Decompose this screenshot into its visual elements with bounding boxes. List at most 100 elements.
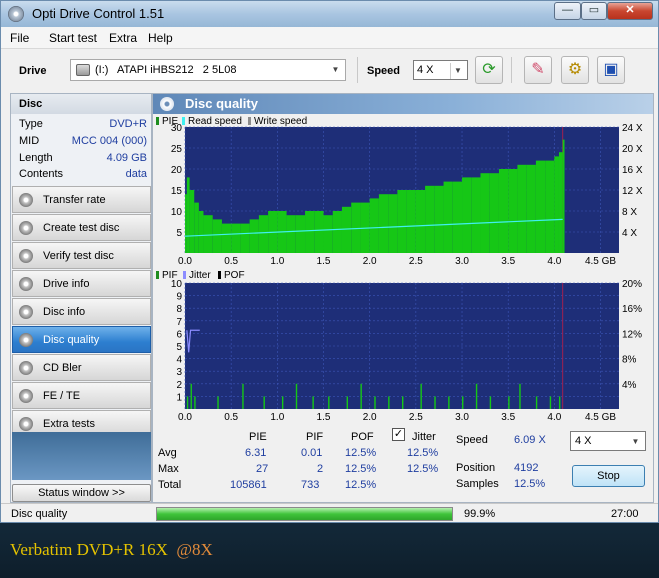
pie-bar bbox=[562, 139, 565, 253]
drive-select[interactable]: (I:) ATAPI iHBS212 2 5L08 ▼ bbox=[70, 59, 346, 81]
sidebar-empty-area bbox=[12, 432, 151, 480]
x-tick-label: 4.5 GB bbox=[585, 412, 616, 423]
maximize-button[interactable]: ▭ bbox=[581, 2, 607, 20]
stop-button[interactable]: Stop bbox=[572, 465, 645, 487]
disc-icon bbox=[19, 389, 33, 403]
pif-x-ticks: 0.0 0.5 1.0 1.5 2.0 2.5 3.0 3.5 4.0 4.5 GB bbox=[178, 412, 616, 423]
y-tick-label: 20 bbox=[171, 165, 183, 176]
nav-cd-bler[interactable]: CD Bler bbox=[12, 354, 151, 381]
status-window-button[interactable]: Status window >> bbox=[12, 484, 151, 502]
y-tick-label: 5 bbox=[176, 228, 182, 239]
save-icon: ▣ bbox=[603, 61, 619, 78]
y2-tick-label: 24 X bbox=[622, 123, 643, 134]
pie-bar bbox=[212, 219, 222, 253]
pie-bar bbox=[425, 185, 435, 253]
pie-bar bbox=[554, 156, 559, 253]
nav-fe-te[interactable]: FE / TE bbox=[12, 382, 151, 409]
x-tick-label: 4.0 bbox=[547, 412, 561, 423]
nav-label: FE / TE bbox=[43, 390, 81, 402]
disc-info-row: Length 4.09 GB bbox=[11, 152, 151, 168]
speed-stat-label: Speed bbox=[456, 434, 488, 446]
pie-bar bbox=[249, 219, 259, 253]
stats-header-pif: PIF bbox=[306, 431, 324, 443]
pif-bar bbox=[558, 396, 561, 409]
pie-bar bbox=[295, 215, 306, 253]
y2-tick-label: 4 X bbox=[622, 228, 637, 239]
pie-y-ticks: 30 25 20 15 10 5 bbox=[171, 123, 183, 239]
menu-help[interactable]: Help bbox=[148, 31, 173, 45]
nav-disc-quality[interactable]: Disc quality bbox=[12, 326, 151, 353]
y2-tick-label: 16% bbox=[622, 304, 642, 315]
stats-max-pif: 2 bbox=[317, 463, 324, 475]
pie-bar bbox=[323, 215, 333, 253]
menu-file[interactable]: File bbox=[10, 31, 29, 45]
disc-icon bbox=[19, 361, 33, 375]
menu-start-test[interactable]: Start test bbox=[49, 31, 97, 45]
pif-bar bbox=[462, 396, 464, 409]
pif-bar bbox=[190, 383, 192, 409]
pif-bar bbox=[402, 396, 404, 409]
y-tick-label: 6 bbox=[176, 329, 182, 340]
nav-label: CD Bler bbox=[43, 362, 82, 374]
settings-button[interactable]: ⚙ bbox=[561, 56, 589, 84]
test-speed-select[interactable]: 4 X ▼ bbox=[570, 431, 646, 451]
speed-select[interactable]: 4 X ▼ bbox=[413, 60, 468, 80]
pif-bar bbox=[374, 396, 376, 409]
title-bar[interactable]: Opti Drive Control 1.51 — ▭ ✕ bbox=[1, 1, 658, 27]
y2-tick-label: 20% bbox=[622, 279, 642, 290]
save-button[interactable]: ▣ bbox=[597, 56, 625, 84]
pie-bar bbox=[535, 160, 546, 253]
stats-total-pif: 733 bbox=[301, 479, 320, 491]
stats-max-jitter: 12.5% bbox=[407, 463, 439, 475]
stats-total-pof: 12.5% bbox=[345, 479, 377, 491]
status-text: Disc quality bbox=[11, 508, 68, 520]
caption-text: Verbatim DVD+R 16X bbox=[10, 540, 177, 559]
y2-tick-label: 4% bbox=[622, 380, 637, 391]
legend-swatch-jitter bbox=[183, 271, 186, 279]
speed-y-ticks: 24 X 20 X 16 X 12 X 8 X 4 X bbox=[622, 123, 643, 239]
disc-icon bbox=[19, 277, 33, 291]
pie-bar bbox=[198, 211, 204, 253]
pif-bar bbox=[549, 396, 552, 409]
pif-bar bbox=[295, 383, 298, 409]
panel-title: Disc quality bbox=[185, 96, 258, 111]
speed-stat-value: 6.09 X bbox=[514, 434, 546, 446]
pie-chart: PIE Read speed Write speed 30252015105 2… bbox=[156, 116, 643, 264]
pif-bar bbox=[360, 383, 362, 409]
x-tick-label: 4.5 GB bbox=[585, 256, 616, 264]
erase-button[interactable]: ✎ bbox=[524, 56, 552, 84]
image-caption: Verbatim DVD+R 16X @8X bbox=[10, 540, 213, 560]
pif-bar bbox=[217, 396, 219, 409]
stats-header-pof: POF bbox=[351, 431, 374, 443]
legend-swatch-write-speed bbox=[248, 117, 251, 125]
chevron-down-icon: ▼ bbox=[450, 63, 465, 79]
nav-verify-test-disc[interactable]: Verify test disc bbox=[12, 242, 151, 269]
pie-bar bbox=[489, 173, 499, 253]
pie-bar bbox=[332, 211, 342, 253]
pif-bar bbox=[434, 396, 436, 409]
x-tick-label: 4.0 bbox=[547, 256, 561, 264]
pif-chart: PIF Jitter POF 10987654321 20%16%12%8%4%… bbox=[156, 270, 642, 423]
status-bar: Disc quality 99.9% 27:00 bbox=[1, 503, 658, 522]
stats-row-label: Total bbox=[158, 479, 182, 491]
nav-disc-info[interactable]: Disc info bbox=[12, 298, 151, 325]
y-tick-label: 30 bbox=[171, 123, 183, 134]
refresh-button[interactable]: ⟳ bbox=[475, 56, 503, 84]
minimize-button[interactable]: — bbox=[554, 2, 581, 20]
app-disc-icon bbox=[8, 6, 24, 22]
menu-extra[interactable]: Extra bbox=[109, 31, 137, 45]
samples-value: 12.5% bbox=[514, 478, 546, 490]
x-tick-label: 3.0 bbox=[455, 412, 469, 423]
eraser-icon: ✎ bbox=[531, 61, 545, 78]
close-button[interactable]: ✕ bbox=[607, 2, 653, 20]
nav-transfer-rate[interactable]: Transfer rate bbox=[12, 186, 151, 213]
pie-bar bbox=[351, 202, 361, 253]
nav-create-test-disc[interactable]: Create test disc bbox=[12, 214, 151, 241]
stats-max-pof: 12.5% bbox=[345, 463, 377, 475]
jitter-checkbox[interactable]: ✓ bbox=[392, 428, 405, 441]
position-value: 4192 bbox=[514, 462, 539, 474]
toolbar-divider bbox=[357, 57, 358, 83]
nav-drive-info[interactable]: Drive info bbox=[12, 270, 151, 297]
pie-bar bbox=[240, 223, 250, 253]
legend-swatch-pif bbox=[156, 271, 159, 279]
